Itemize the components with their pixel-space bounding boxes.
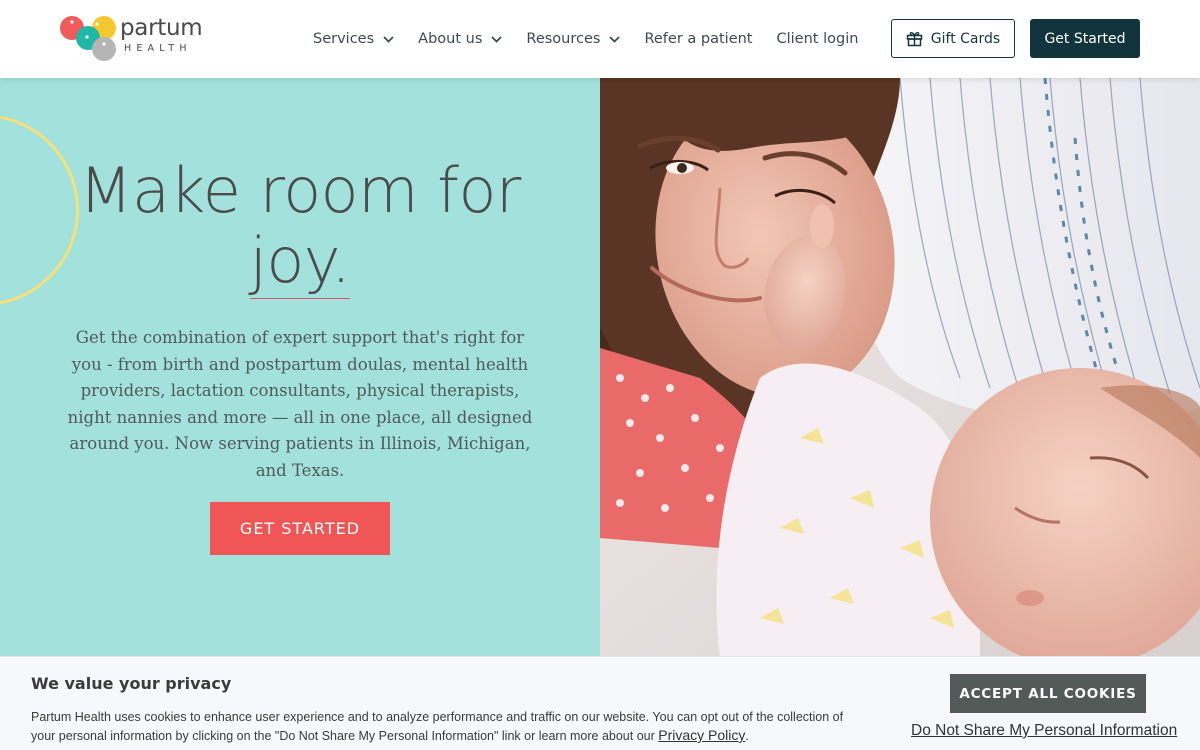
gift-icon: [906, 32, 923, 47]
hero-title-line1: Make room for: [79, 154, 521, 227]
logo-subtitle: HEALTH: [124, 43, 192, 54]
nav-resources[interactable]: Resources: [526, 31, 621, 47]
main-nav: Services About us Resources Refer a pati…: [313, 0, 882, 78]
hero-photo-mother-baby: [600, 78, 1200, 658]
hero-description: Get the combination of expert support th…: [67, 328, 533, 480]
site-header: partum HEALTH Services About us Resource…: [0, 0, 1200, 78]
nav-label: Services: [313, 31, 375, 47]
cookie-text-period: .: [745, 729, 749, 743]
do-not-share-link[interactable]: Do Not Share My Personal Information: [911, 722, 1177, 740]
nav-label: About us: [418, 31, 483, 47]
get-started-button-header[interactable]: Get Started: [1030, 19, 1140, 58]
hero-photo-illustration: [600, 78, 1200, 658]
chevron-down-icon: [383, 35, 394, 43]
chevron-down-icon: [609, 35, 621, 43]
hero-panel: Make room for joy. Get the combination o…: [0, 78, 600, 658]
logo-wordmark: partum: [120, 15, 203, 41]
get-started-button-hero[interactable]: GET STARTED: [210, 502, 390, 555]
accept-all-cookies-button[interactable]: ACCEPT ALL COOKIES: [950, 674, 1146, 713]
hero-title: Make room for joy.: [0, 156, 600, 299]
nav-label: Resources: [526, 31, 601, 47]
nav-refer-patient[interactable]: Refer a patient: [644, 31, 752, 47]
privacy-policy-link[interactable]: Privacy Policy: [658, 727, 745, 743]
cookie-banner: We value your privacy Partum Health uses…: [0, 656, 1200, 750]
logo-dots-icon: [60, 16, 116, 61]
gift-cards-button[interactable]: Gift Cards: [891, 19, 1015, 58]
hero-title-joy: joy.: [249, 224, 351, 299]
nav-services[interactable]: Services: [313, 31, 394, 47]
partum-health-logo[interactable]: partum HEALTH: [58, 14, 210, 64]
nav-label: Refer a patient: [644, 31, 753, 47]
nav-about-us[interactable]: About us: [418, 31, 503, 47]
gift-cards-label: Gift Cards: [930, 30, 1001, 47]
chevron-down-icon: [491, 35, 503, 43]
nav-client-login[interactable]: Client login: [777, 31, 859, 47]
nav-label: Client login: [776, 31, 859, 47]
cookie-banner-title: We value your privacy: [31, 674, 232, 693]
cookie-banner-text: Partum Health uses cookies to enhance us…: [31, 708, 861, 745]
